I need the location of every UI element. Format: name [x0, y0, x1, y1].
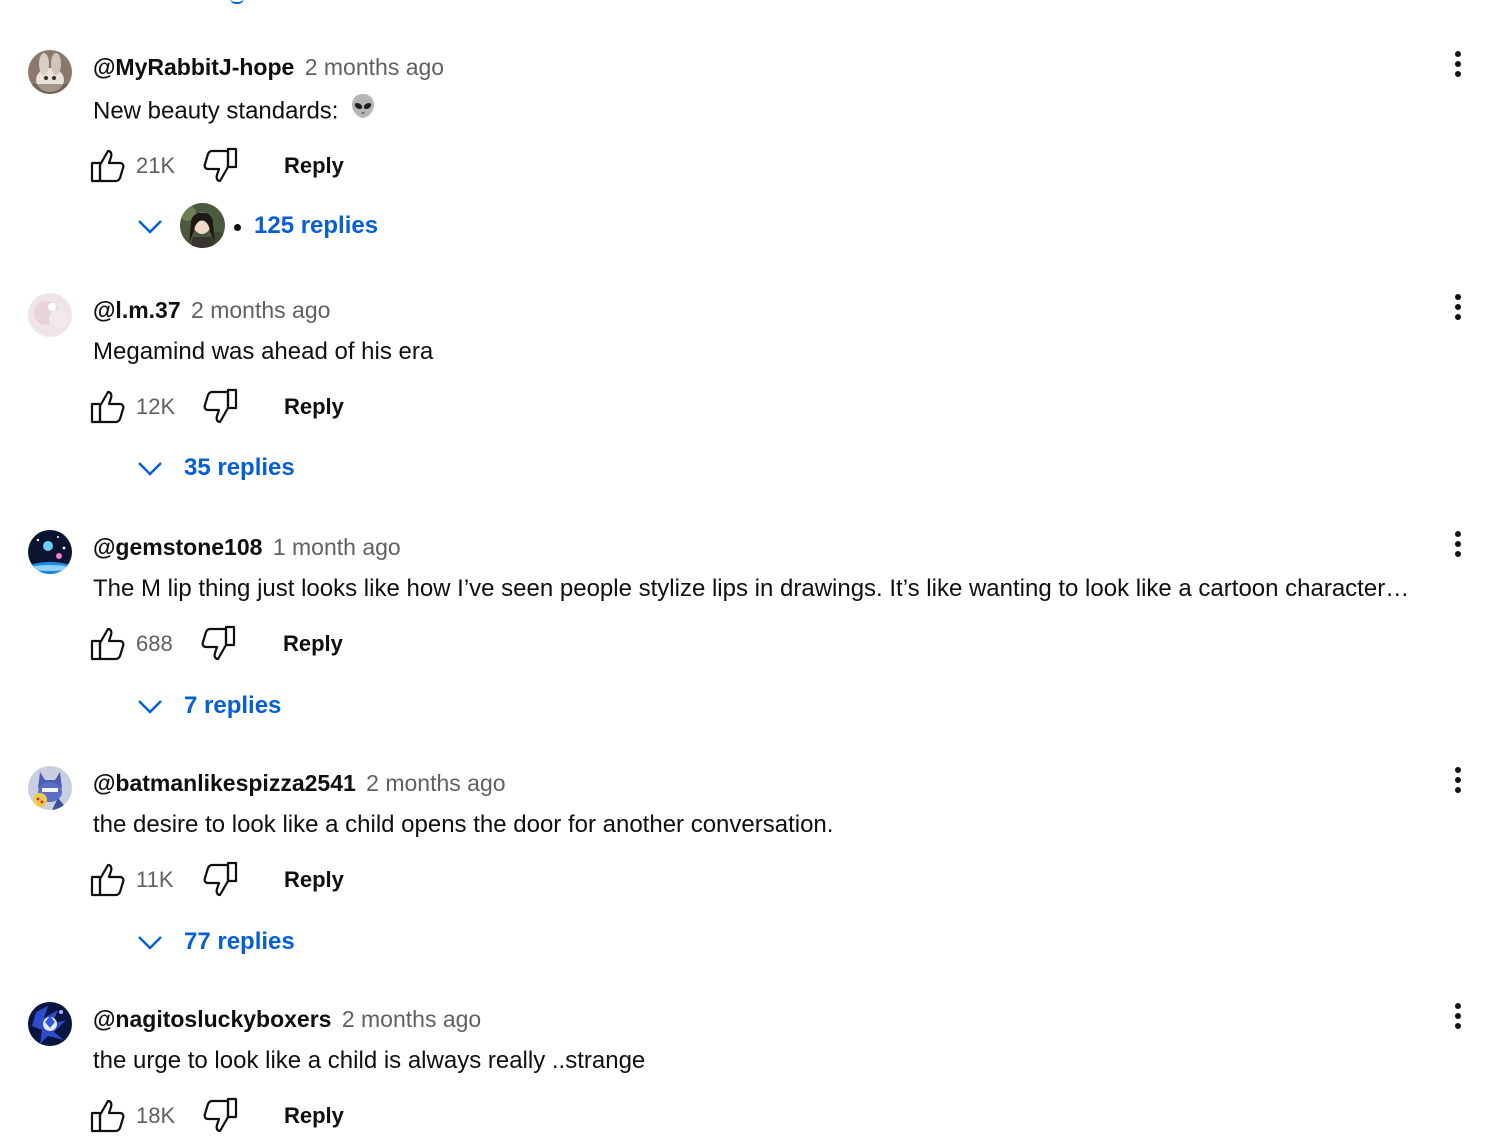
comment-text: the urge to look like a child is always … — [93, 1047, 646, 1074]
chevron-down-icon — [138, 462, 162, 476]
author-name[interactable]: @batmanlikespizza2541 — [93, 770, 356, 796]
view-replies-button[interactable]: 35 replies — [134, 444, 314, 492]
more-vert-icon[interactable] — [1438, 766, 1478, 802]
author-name[interactable]: @nagitosluckyboxers — [93, 1006, 331, 1032]
comment-header: @gemstone108 1 month ago — [93, 532, 401, 562]
comment-text: Megamind was ahead of his era — [93, 338, 434, 365]
author-name[interactable]: @l.m.37 — [93, 297, 181, 323]
thumbs-up-icon[interactable] — [88, 387, 128, 427]
more-vert-icon[interactable] — [1438, 293, 1478, 329]
comment-toolbar: 11K Reply — [88, 860, 488, 900]
thumbs-up-icon[interactable] — [88, 1096, 128, 1136]
comment-text: The M lip thing just looks like how I’ve… — [93, 575, 1410, 602]
reply-button[interactable]: Reply — [274, 150, 354, 182]
replies-count: 77 replies — [184, 928, 295, 955]
replies-count: 7 replies — [184, 692, 282, 719]
alien-emoji — [349, 94, 377, 128]
separator-dot — [234, 224, 241, 231]
comment-toolbar: 18K Reply — [88, 1096, 488, 1136]
avatar[interactable] — [28, 530, 72, 574]
view-replies-button[interactable]: 7 replies — [134, 682, 304, 730]
comment-time[interactable]: 1 month ago — [273, 534, 401, 560]
avatar[interactable] — [28, 1002, 72, 1046]
thumbs-up-icon[interactable] — [88, 146, 128, 186]
chevron-down-icon — [138, 936, 162, 950]
replies-count: 125 replies — [254, 212, 379, 239]
comment-header: @batmanlikespizza2541 2 months ago — [93, 768, 506, 798]
comment-toolbar: 12K Reply — [88, 387, 488, 427]
comments-section: @MyRabbitJ-hope 2 months ago New beauty … — [0, 0, 1504, 1142]
thumbs-down-icon[interactable] — [200, 1096, 240, 1136]
comment-header: @MyRabbitJ-hope 2 months ago — [93, 52, 444, 82]
reply-button[interactable]: Reply — [274, 391, 354, 423]
like-count: 11K — [136, 867, 174, 892]
like-count: 21K — [136, 153, 176, 178]
author-name[interactable]: @MyRabbitJ-hope — [93, 54, 294, 80]
comment-header: @nagitosluckyboxers 2 months ago — [93, 1004, 481, 1034]
comment-text: New beauty standards: — [93, 94, 1483, 130]
comment-header: @l.m.37 2 months ago — [93, 295, 330, 325]
thumbs-down-icon[interactable] — [200, 387, 240, 427]
previous-replies-edge — [230, 0, 244, 4]
avatar[interactable] — [28, 50, 72, 94]
comment-time[interactable]: 2 months ago — [191, 297, 330, 323]
comment-text-body: New beauty standards: — [93, 97, 339, 125]
reply-button[interactable]: Reply — [274, 864, 354, 896]
author-name[interactable]: @gemstone108 — [93, 534, 262, 560]
thumbs-up-icon[interactable] — [88, 860, 128, 900]
replies-count: 35 replies — [184, 454, 295, 481]
like-count: 12K — [136, 394, 176, 419]
thumbs-down-icon[interactable] — [200, 860, 240, 900]
comment-time[interactable]: 2 months ago — [305, 54, 444, 80]
chevron-down-icon — [138, 220, 162, 234]
comment-text: the desire to look like a child opens th… — [93, 811, 834, 838]
thumbs-up-icon[interactable] — [88, 624, 128, 664]
view-replies-button[interactable]: 125 replies — [134, 202, 394, 250]
comment-toolbar: 21K Reply — [88, 146, 488, 186]
creator-avatar — [180, 203, 225, 248]
view-replies-button[interactable]: 77 replies — [134, 918, 314, 966]
more-vert-icon[interactable] — [1438, 1002, 1478, 1038]
reply-button[interactable]: Reply — [274, 1100, 354, 1132]
avatar[interactable] — [28, 293, 72, 337]
comment-time[interactable]: 2 months ago — [342, 1006, 481, 1032]
more-vert-icon[interactable] — [1438, 530, 1478, 566]
like-count: 688 — [136, 631, 173, 656]
thumbs-down-icon[interactable] — [200, 146, 240, 186]
comment-time[interactable]: 2 months ago — [366, 770, 505, 796]
chevron-down-icon — [138, 700, 162, 714]
comment-toolbar: 688 Reply — [88, 624, 488, 664]
more-vert-icon[interactable] — [1438, 50, 1478, 86]
thumbs-down-icon[interactable] — [198, 624, 238, 664]
reply-button[interactable]: Reply — [273, 628, 353, 660]
like-count: 18K — [136, 1103, 176, 1128]
avatar[interactable] — [28, 766, 72, 810]
